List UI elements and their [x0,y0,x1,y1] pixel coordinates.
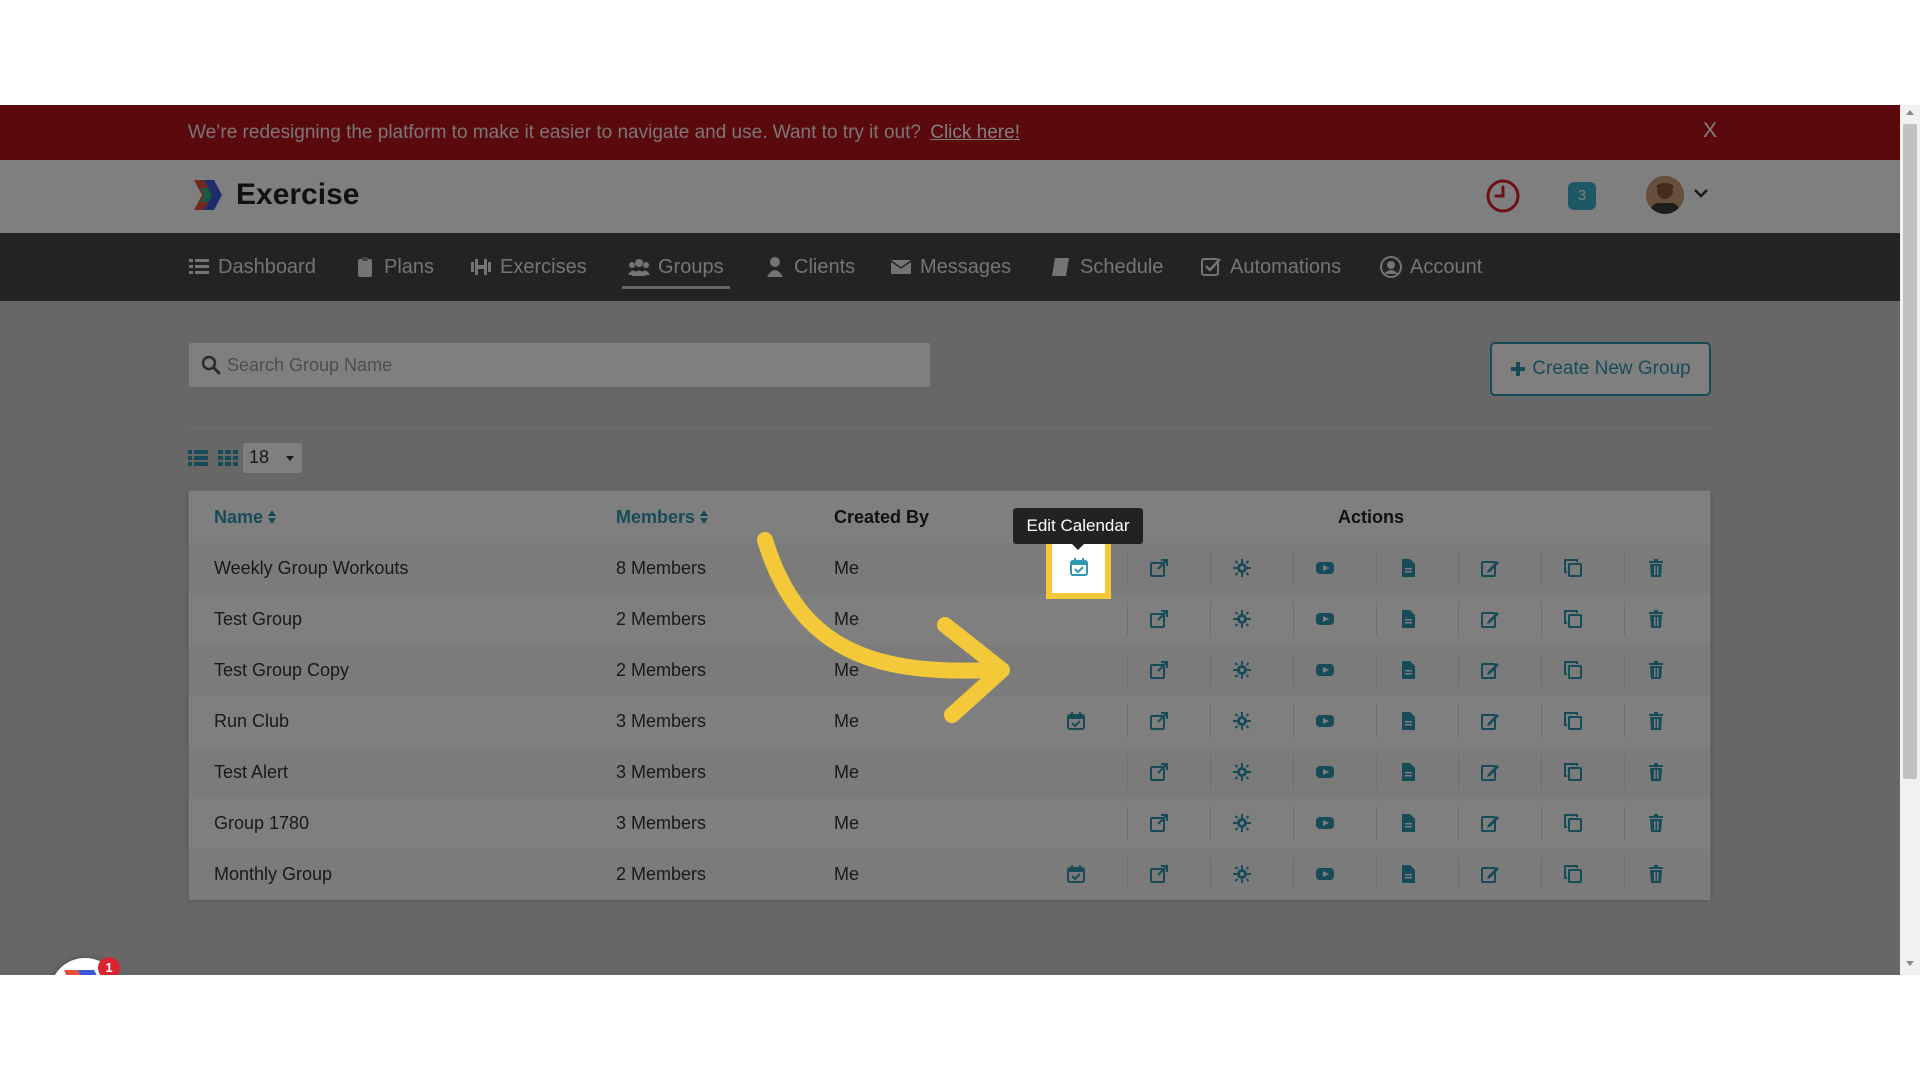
tooltip-pointer [1072,544,1084,550]
annotation-arrow-icon [757,532,1010,723]
app-frame: We’re redesigning the platform to make i… [0,105,1900,975]
launcher-badge: 1 [98,957,120,975]
scroll-down-icon[interactable] [1906,961,1914,966]
scroll-up-icon[interactable] [1906,110,1914,115]
scrollbar-thumb[interactable] [1903,124,1917,779]
